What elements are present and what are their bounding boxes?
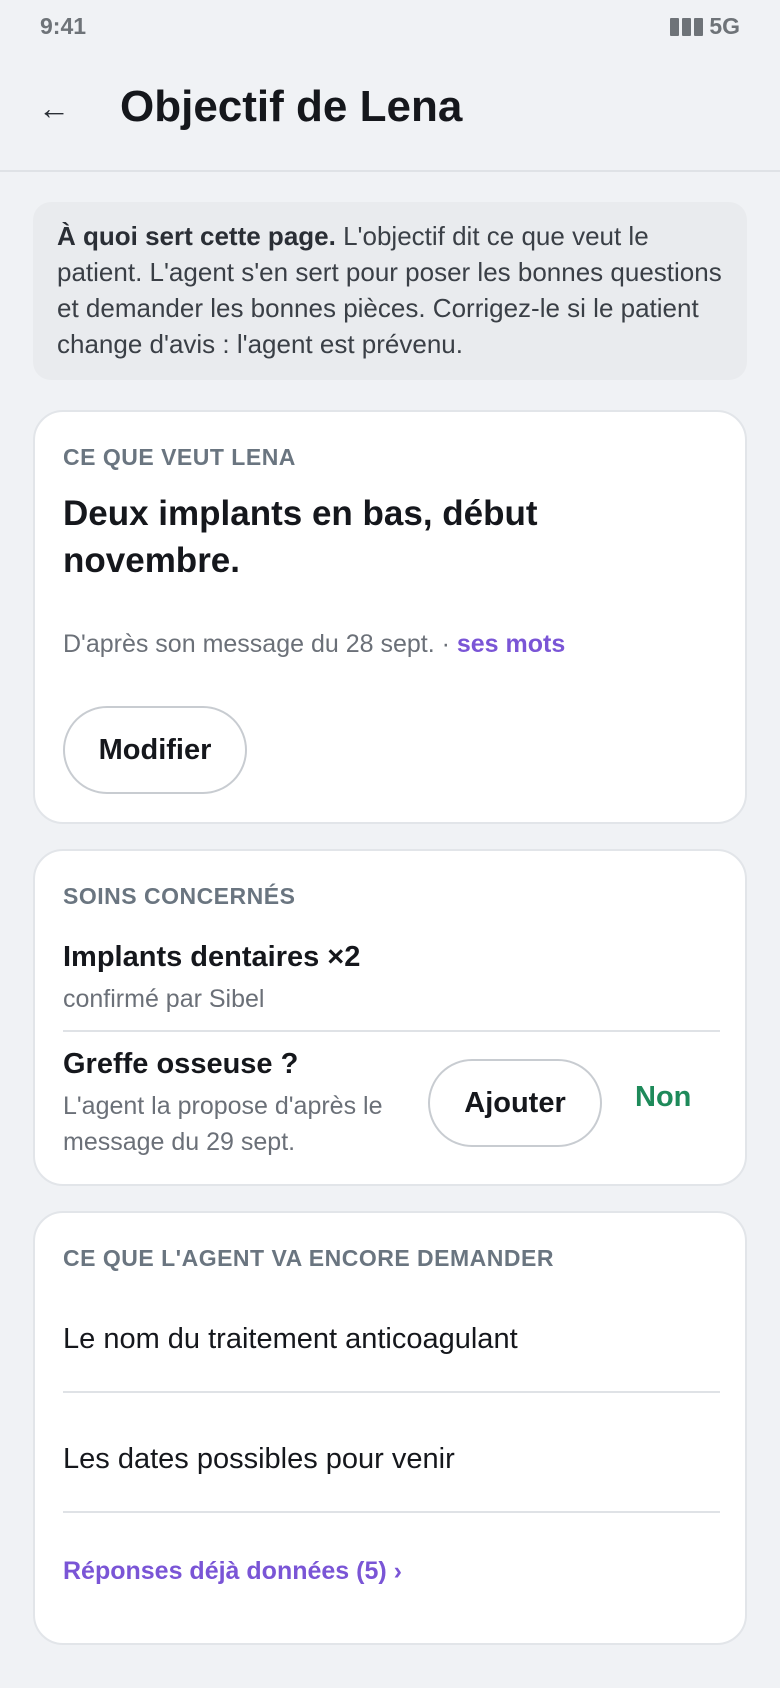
status-bar: 9:41 5G (0, 0, 780, 52)
status-right: 5G (670, 13, 740, 40)
add-button[interactable]: Ajouter (428, 1059, 602, 1147)
info-box: À quoi sert cette page. L'objectif dit c… (33, 202, 747, 380)
divider (63, 1391, 720, 1393)
no-button[interactable]: Non (635, 1081, 691, 1114)
divider (63, 1511, 720, 1513)
care-item-subtitle: confirmé par Sibel (63, 985, 265, 1013)
goal-card-label: CE QUE VEUT LENA (63, 444, 296, 470)
care-item-title: Greffe osseuse ? (63, 1048, 299, 1080)
ask-list-item: Le nom du traitement anticoagulant (63, 1323, 518, 1355)
care-card: SOINS CONCERNÉS Implants dentaires ×2 co… (33, 849, 747, 1186)
signal-bars-icon (670, 16, 704, 36)
network-label: 5G (709, 12, 740, 39)
ask-card-label: CE QUE L'AGENT VA ENCORE DEMANDER (63, 1245, 554, 1271)
page-title: Objectif de Lena (120, 82, 463, 131)
care-item-title: Implants dentaires ×2 (63, 941, 361, 973)
ask-card: CE QUE L'AGENT VA ENCORE DEMANDER Le nom… (33, 1211, 747, 1645)
source-words-link[interactable]: ses mots (457, 630, 565, 658)
answers-given-link[interactable]: Réponses déjà données (5) › (63, 1557, 402, 1586)
status-time: 9:41 (40, 12, 87, 39)
goal-text: Deux implants en bas, début novembre. (63, 494, 538, 580)
goal-source: D'après son message du 28 sept. · ses mo… (63, 630, 565, 659)
back-arrow-icon[interactable]: ← (34, 88, 74, 128)
ask-list-item: Les dates possibles pour venir (63, 1443, 455, 1475)
modify-button[interactable]: Modifier (63, 706, 247, 794)
info-lead: À quoi sert cette page. (57, 221, 336, 251)
page-header: ← Objectif de Lena (0, 52, 780, 172)
goal-card: CE QUE VEUT LENA Deux implants en bas, d… (33, 410, 747, 824)
care-item-subtitle: L'agent la propose d'après le message du… (63, 1092, 383, 1156)
divider (63, 1030, 720, 1032)
goal-source-text: D'après son message du 28 sept. · (63, 630, 457, 658)
care-card-label: SOINS CONCERNÉS (63, 883, 296, 909)
